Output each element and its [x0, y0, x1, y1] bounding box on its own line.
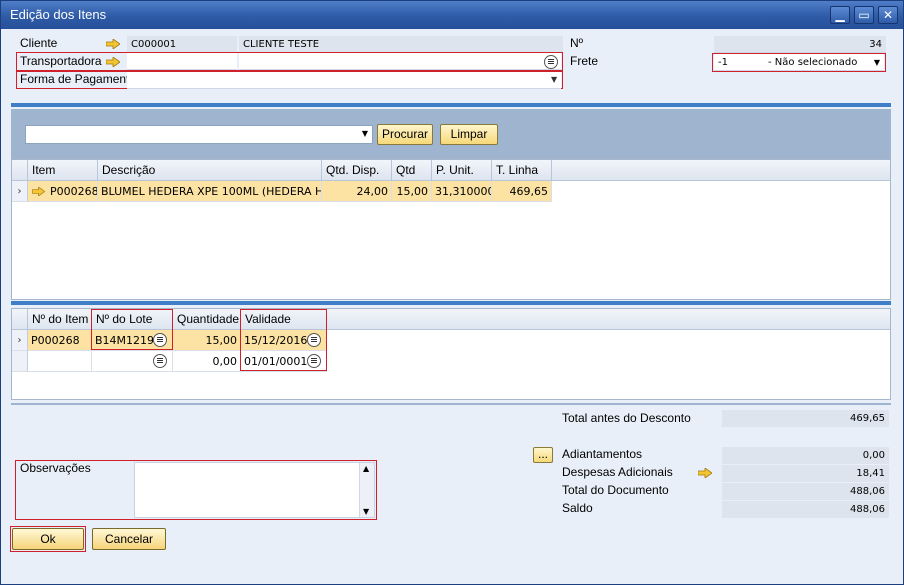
- frete-select[interactable]: -1 - Não selecionado ▼: [714, 54, 884, 71]
- grid-corner: [12, 309, 28, 330]
- link-arrow-icon[interactable]: [106, 57, 120, 67]
- despesas-value: 18,41: [722, 465, 889, 482]
- transportadora-label: Transportadora: [20, 54, 102, 68]
- scroll-down-icon[interactable]: ▼: [363, 507, 369, 516]
- cliente-label: Cliente: [20, 36, 58, 50]
- dropdown-arrow-icon[interactable]: ▼: [362, 129, 368, 138]
- frete-label: Frete: [570, 54, 599, 68]
- column-header-filler: [327, 309, 890, 330]
- adiantamentos-value: 0,00: [722, 447, 889, 464]
- table-cell[interactable]: P000268: [28, 181, 98, 202]
- table-cell[interactable]: [92, 351, 173, 372]
- total-antes-label: Total antes do Desconto: [562, 411, 691, 425]
- column-header[interactable]: Descrição: [98, 160, 322, 181]
- observacoes-label: Observações: [20, 461, 91, 475]
- lote-highlight: [91, 309, 173, 350]
- table-cell[interactable]: 24,00: [322, 181, 392, 202]
- no-label: Nº: [570, 36, 584, 50]
- observacoes-textarea[interactable]: ▲ ▼: [134, 462, 375, 518]
- total-doc-value: 488,06: [722, 483, 889, 500]
- link-arrow-icon[interactable]: [32, 187, 45, 196]
- grid-corner: [12, 160, 28, 181]
- choose-from-list-icon[interactable]: [153, 354, 167, 368]
- maximize-button[interactable]: ▭: [854, 6, 874, 24]
- column-header[interactable]: T. Linha: [492, 160, 552, 181]
- forma-pagamento-select[interactable]: [127, 72, 561, 89]
- row-selector[interactable]: [12, 351, 28, 372]
- table-cell[interactable]: 15,00: [173, 330, 241, 351]
- column-header[interactable]: Qtd: [392, 160, 432, 181]
- title-bar: Edição dos Itens ▁ ▭ ✕: [1, 1, 903, 29]
- window-title: Edição dos Itens: [10, 7, 107, 22]
- cliente-name-field[interactable]: CLIENTE TESTE: [239, 36, 563, 53]
- search-combo[interactable]: ▼: [25, 125, 373, 144]
- despesas-label: Despesas Adicionais: [562, 465, 673, 479]
- splitter-bottom[interactable]: [11, 403, 891, 405]
- no-field: 34: [714, 36, 886, 53]
- frete-code: -1: [718, 57, 728, 68]
- column-header[interactable]: Nº do Item: [28, 309, 92, 330]
- saldo-label: Saldo: [562, 501, 593, 515]
- close-button[interactable]: ✕: [878, 6, 898, 24]
- cancelar-button[interactable]: Cancelar: [92, 528, 166, 550]
- column-header[interactable]: Item: [28, 160, 98, 181]
- table-cell[interactable]: P000268: [28, 330, 92, 351]
- scroll-up-icon[interactable]: ▲: [363, 464, 369, 473]
- validade-highlight: [240, 309, 327, 371]
- items-grid: Item Descrição Qtd. Disp. Qtd P. Unit. T…: [11, 159, 891, 300]
- link-arrow-icon[interactable]: [698, 468, 712, 478]
- column-header-filler: [552, 160, 890, 181]
- splitter-top[interactable]: [11, 103, 891, 107]
- transportadora-name-field[interactable]: [239, 53, 561, 70]
- table-cell[interactable]: 469,65: [492, 181, 552, 202]
- ok-button[interactable]: Ok: [12, 528, 84, 550]
- column-header[interactable]: Quantidade: [173, 309, 241, 330]
- edit-items-window: Edição dos Itens ▁ ▭ ✕ Cliente C000001 C…: [0, 0, 904, 585]
- table-cell[interactable]: [28, 351, 92, 372]
- more-button[interactable]: ...: [533, 447, 553, 463]
- adiantamentos-label: Adiantamentos: [562, 447, 643, 461]
- column-header[interactable]: P. Unit.: [432, 160, 492, 181]
- table-cell[interactable]: 15,00: [392, 181, 432, 202]
- limpar-button[interactable]: Limpar: [440, 124, 498, 145]
- dropdown-arrow-icon[interactable]: ▼: [551, 75, 557, 84]
- procurar-button[interactable]: Procurar: [377, 124, 433, 145]
- choose-from-list-icon[interactable]: [544, 55, 558, 69]
- dropdown-arrow-icon[interactable]: ▼: [874, 54, 880, 71]
- transportadora-code-field[interactable]: [127, 53, 237, 70]
- table-cell[interactable]: 31,310000: [432, 181, 492, 202]
- row-selector[interactable]: ›: [12, 181, 28, 202]
- minimize-button[interactable]: ▁: [830, 6, 850, 24]
- total-antes-value: 469,65: [722, 410, 889, 427]
- cliente-code-field[interactable]: C000001: [127, 36, 237, 53]
- frete-value: - Não selecionado: [768, 57, 858, 68]
- item-code: P000268: [50, 185, 98, 198]
- row-selector[interactable]: ›: [12, 330, 28, 351]
- scrollbar[interactable]: ▲ ▼: [359, 463, 374, 517]
- table-cell[interactable]: 0,00: [173, 351, 241, 372]
- splitter-middle[interactable]: [11, 301, 891, 305]
- total-doc-label: Total do Documento: [562, 483, 669, 497]
- column-header[interactable]: Qtd. Disp.: [322, 160, 392, 181]
- table-cell[interactable]: BLUMEL HEDERA XPE 100ML (HEDERA HELIX): [98, 181, 322, 202]
- forma-pagamento-label: Forma de Pagamento: [20, 72, 137, 86]
- saldo-value: 488,06: [722, 501, 889, 518]
- link-arrow-icon[interactable]: [106, 39, 120, 49]
